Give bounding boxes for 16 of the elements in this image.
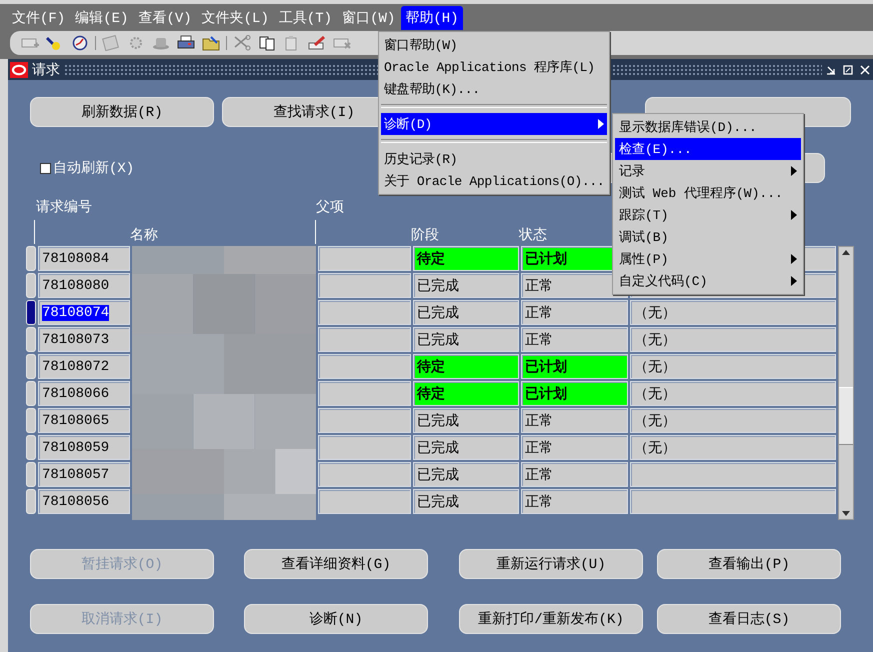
column-header: 父项 (316, 198, 344, 218)
request-number: 78108065 (42, 412, 110, 428)
column-header: 阶段 (411, 226, 439, 244)
window-title: 请求 (32, 62, 60, 78)
column-header: 请求编号 (36, 198, 92, 218)
column-header: 名称 (130, 226, 158, 244)
request-number: 78108059 (42, 440, 110, 456)
request-number: 78108084 (42, 250, 110, 266)
request-number: 78108072 (42, 358, 110, 374)
request-number: 78108056 (42, 494, 110, 510)
column-header: 状态 (519, 226, 547, 244)
request-number: 78108073 (42, 332, 110, 348)
request-number: 78108066 (42, 386, 110, 402)
request-number: 78108057 (42, 466, 110, 482)
request-number: 78108080 (42, 278, 110, 294)
request-number: 78108074 (42, 304, 110, 320)
